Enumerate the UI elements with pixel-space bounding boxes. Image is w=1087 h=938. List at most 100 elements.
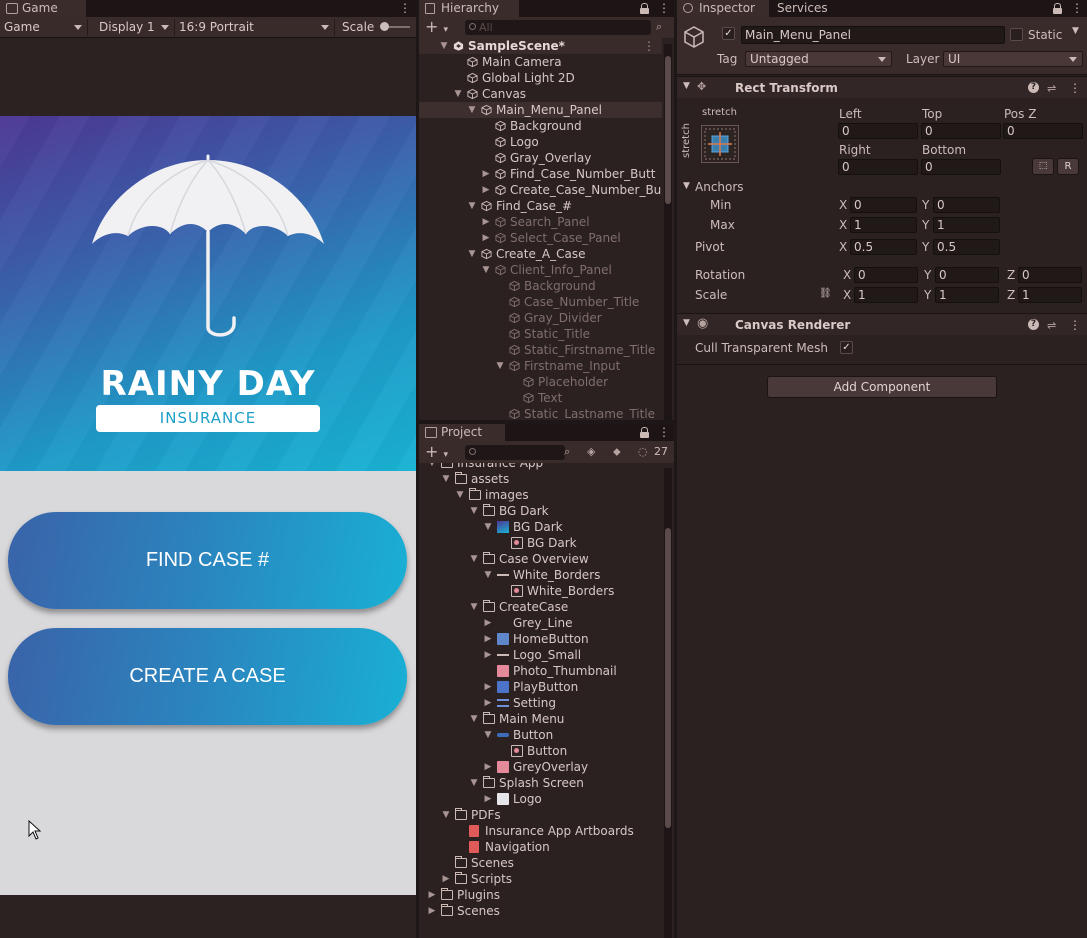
project-folder-row[interactable]: ▼ PDFs bbox=[419, 807, 662, 823]
lock-icon[interactable] bbox=[640, 3, 649, 14]
inspector-tab[interactable]: Inspector bbox=[677, 0, 769, 17]
anchor-max-x-field[interactable]: 1 bbox=[850, 217, 917, 233]
project-asset-row[interactable]: Button bbox=[419, 743, 662, 759]
hierarchy-row[interactable]: Global Light 2D bbox=[419, 70, 662, 86]
project-asset-row[interactable]: Navigation bbox=[419, 839, 662, 855]
collapse-triangle-icon[interactable]: ▶ bbox=[483, 679, 493, 695]
collapse-triangle-icon[interactable]: ▶ bbox=[427, 887, 437, 903]
help-icon[interactable]: ? bbox=[1028, 82, 1039, 93]
expand-triangle-icon[interactable]: ▼ bbox=[469, 711, 479, 727]
hierarchy-row[interactable]: ▶ Find_Case_Number_Butt bbox=[419, 166, 662, 182]
hierarchy-row[interactable]: Logo bbox=[419, 134, 662, 150]
hierarchy-scrollbar[interactable] bbox=[664, 44, 672, 420]
label-icon[interactable]: ⬥ bbox=[613, 445, 621, 459]
rotation-z-field[interactable]: 0 bbox=[1018, 267, 1082, 283]
expand-triangle-icon[interactable]: ▼ bbox=[453, 86, 463, 102]
project-folder-row[interactable]: ▶ Scenes bbox=[419, 903, 662, 919]
scale-z-field[interactable]: 1 bbox=[1018, 287, 1082, 303]
project-asset-row[interactable]: ▶ GreyOverlay bbox=[419, 759, 662, 775]
hierarchy-row[interactable]: Static_Firstname_Title bbox=[419, 342, 662, 358]
pivot-y-field[interactable]: 0.5 bbox=[933, 239, 1000, 255]
layer-dropdown[interactable]: UI bbox=[943, 51, 1083, 67]
help-icon[interactable]: ? bbox=[1028, 319, 1039, 330]
collapse-triangle-icon[interactable]: ▶ bbox=[483, 695, 493, 711]
project-menu-icon[interactable]: ⋮ bbox=[658, 425, 670, 439]
scale-x-field[interactable]: 1 bbox=[854, 287, 918, 303]
project-folder-row[interactable]: ▶ Scripts bbox=[419, 871, 662, 887]
expand-triangle-icon[interactable]: ▼ bbox=[495, 358, 505, 374]
active-checkbox[interactable]: ✓ bbox=[722, 27, 735, 40]
project-asset-row[interactable]: White_Borders bbox=[419, 583, 662, 599]
add-component-button[interactable]: Add Component bbox=[767, 376, 997, 398]
project-folder-row[interactable]: ▼ Main Menu bbox=[419, 711, 662, 727]
game-menu-icon[interactable]: ⋮ bbox=[399, 1, 411, 15]
project-scrollbar[interactable] bbox=[664, 468, 672, 938]
display-dropdown[interactable]: Display 1 bbox=[95, 19, 175, 36]
aspect-dropdown[interactable]: 16:9 Portrait bbox=[175, 19, 335, 36]
tag-dropdown[interactable]: Untagged bbox=[745, 51, 892, 67]
expand-triangle-icon[interactable]: ▼ bbox=[441, 471, 451, 487]
anchor-preset-button[interactable] bbox=[701, 125, 739, 163]
lock-icon[interactable] bbox=[1053, 3, 1062, 14]
scene-menu-icon[interactable]: ⋮ bbox=[643, 38, 655, 54]
hierarchy-row[interactable]: ▼ Create_A_Case bbox=[419, 246, 662, 262]
project-asset-row[interactable]: ▶ Setting bbox=[419, 695, 662, 711]
expand-triangle-icon[interactable]: ▼ bbox=[439, 38, 449, 54]
project-tab[interactable]: Project bbox=[419, 424, 505, 441]
expand-triangle-icon[interactable]: ▼ bbox=[481, 262, 491, 278]
add-icon[interactable]: + ▾ bbox=[425, 444, 448, 463]
project-asset-row[interactable]: ▶ HomeButton bbox=[419, 631, 662, 647]
hierarchy-row[interactable]: ▼ Firstname_Input bbox=[419, 358, 662, 374]
anchor-min-y-field[interactable]: 0 bbox=[933, 197, 1000, 213]
game-mode-dropdown[interactable]: Game bbox=[0, 19, 88, 36]
project-folder-row[interactable]: ▶ Plugins bbox=[419, 887, 662, 903]
filter-type-icon[interactable]: ◈ bbox=[587, 445, 595, 458]
expand-triangle-icon[interactable]: ▼ bbox=[441, 807, 451, 823]
blueprint-mode-button[interactable]: ⬚ bbox=[1032, 158, 1054, 175]
expand-triangle-icon[interactable]: ▼ bbox=[467, 246, 477, 262]
raw-edit-button[interactable]: R bbox=[1057, 158, 1079, 175]
project-folder-row[interactable]: ▼ Case Overview bbox=[419, 551, 662, 567]
chevron-down-icon[interactable]: ▼ bbox=[1072, 26, 1079, 36]
expand-triangle-icon[interactable]: ▼ bbox=[469, 551, 479, 567]
hierarchy-row[interactable]: Gray_Overlay bbox=[419, 150, 662, 166]
top-field[interactable]: 0 bbox=[921, 123, 1001, 139]
right-field[interactable]: 0 bbox=[838, 159, 918, 175]
posz-field[interactable]: 0 bbox=[1003, 123, 1083, 139]
search-by-type-icon[interactable]: ⌕ bbox=[564, 445, 570, 459]
scale-slider-knob[interactable] bbox=[380, 22, 389, 31]
component-menu-icon[interactable]: ⋮ bbox=[1069, 318, 1081, 332]
collapse-triangle-icon[interactable]: ▶ bbox=[481, 214, 491, 230]
rotation-x-field[interactable]: 0 bbox=[854, 267, 918, 283]
hierarchy-search-input[interactable]: All bbox=[465, 20, 651, 35]
hierarchy-row[interactable]: ▼ Client_Info_Panel bbox=[419, 262, 662, 278]
hierarchy-row[interactable]: Gray_Divider bbox=[419, 310, 662, 326]
expand-triangle-icon[interactable]: ▼ bbox=[683, 318, 690, 328]
hierarchy-row[interactable]: Background bbox=[419, 118, 662, 134]
hierarchy-row[interactable]: Static_Lastname_Title bbox=[419, 406, 662, 420]
expand-triangle-icon[interactable]: ▼ bbox=[483, 519, 493, 535]
anchor-max-y-field[interactable]: 1 bbox=[933, 217, 1000, 233]
expand-triangle-icon[interactable]: ▼ bbox=[455, 487, 465, 503]
collapse-triangle-icon[interactable]: ▶ bbox=[481, 230, 491, 246]
expand-triangle-icon[interactable]: ▼ bbox=[469, 503, 479, 519]
collapse-triangle-icon[interactable]: ▶ bbox=[483, 631, 493, 647]
project-asset-row[interactable]: ▶ Logo bbox=[419, 791, 662, 807]
settings-sliders-icon[interactable]: ⇌ bbox=[1047, 82, 1056, 95]
static-checkbox[interactable] bbox=[1010, 28, 1023, 41]
project-asset-row[interactable]: ▼ White_Borders bbox=[419, 567, 662, 583]
project-asset-row[interactable]: BG Dark bbox=[419, 535, 662, 551]
expand-triangle-icon[interactable]: ▼ bbox=[483, 727, 493, 743]
left-field[interactable]: 0 bbox=[838, 123, 918, 139]
expand-triangle-icon[interactable]: ▼ bbox=[469, 775, 479, 791]
collapse-triangle-icon[interactable]: ▶ bbox=[481, 182, 491, 198]
project-folder-row[interactable]: Scenes bbox=[419, 855, 662, 871]
component-menu-icon[interactable]: ⋮ bbox=[1069, 81, 1081, 95]
create-case-button[interactable]: CREATE A CASE bbox=[8, 628, 407, 725]
expand-triangle-icon[interactable]: ▼ bbox=[467, 198, 477, 214]
project-asset-row[interactable]: ▶ Logo_Small bbox=[419, 647, 662, 663]
project-asset-row[interactable]: ▼ Button bbox=[419, 727, 662, 743]
services-tab[interactable]: Services bbox=[777, 0, 857, 17]
search-filter-icon[interactable]: ⌕ bbox=[656, 20, 662, 34]
hierarchy-tab[interactable]: Hierarchy bbox=[419, 0, 519, 17]
